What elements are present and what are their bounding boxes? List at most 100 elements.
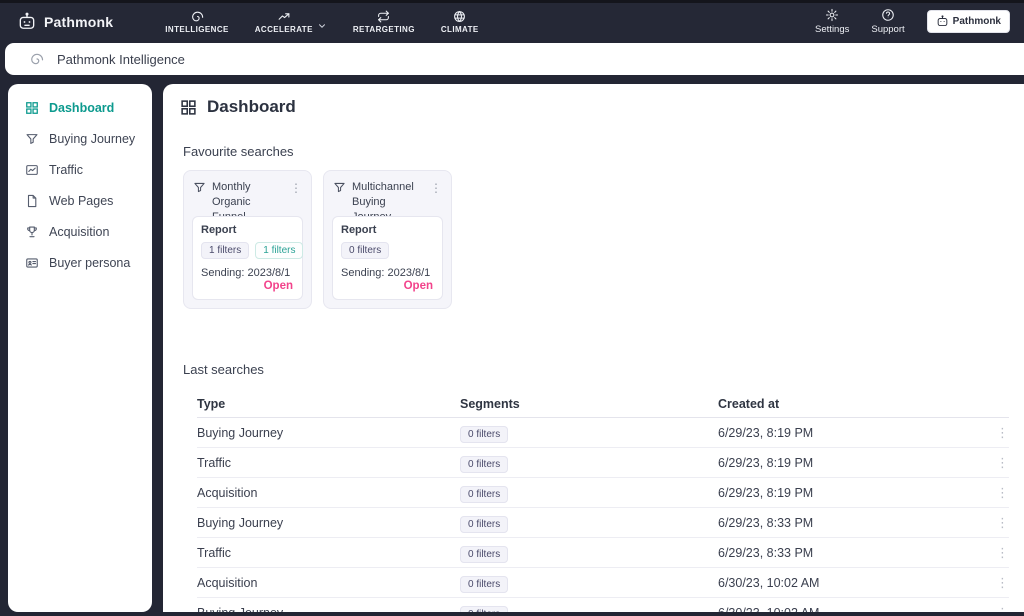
sidebar-item-label: Traffic [49, 163, 83, 177]
pathmonk-account-button[interactable]: Pathmonk [927, 10, 1010, 33]
sidebar-item-label: Dashboard [49, 101, 114, 115]
column-header-created-at: Created at [718, 397, 985, 411]
grid-icon [180, 99, 197, 116]
table-header-row: Type Segments Created at [197, 390, 1009, 418]
sidebar-item-web-pages[interactable]: Web Pages [8, 185, 152, 216]
column-header-segments: Segments [460, 397, 718, 411]
kebab-menu-icon[interactable]: ⋮ [996, 605, 1009, 613]
card-body: Report 1 filters 1 filters Sending: 2023… [192, 216, 303, 300]
top-navbar: Pathmonk INTELLIGENCE ACCELERATE [0, 3, 1024, 40]
filters-badge: 0 filters [460, 516, 508, 533]
sidebar-item-buying-journey[interactable]: Buying Journey [8, 123, 152, 154]
row-type: Traffic [197, 456, 460, 470]
filters-badge: 0 filters [341, 242, 389, 259]
brand-logo[interactable]: Pathmonk [17, 12, 113, 32]
settings-button[interactable]: Settings [815, 8, 849, 35]
row-created-at: 6/29/23, 8:19 PM [718, 486, 985, 500]
open-link[interactable]: Open [264, 280, 293, 292]
sidebar-item-traffic[interactable]: Traffic [8, 154, 152, 185]
page-title-text: Dashboard [207, 97, 296, 117]
row-type: Buying Journey [197, 606, 460, 613]
document-icon [25, 194, 39, 208]
row-created-at: 6/29/23, 8:33 PM [718, 546, 985, 560]
main-nav: INTELLIGENCE ACCELERATE [165, 10, 478, 34]
table-row[interactable]: Acquisition 0 filters 6/29/23, 8:19 PM ⋮ [197, 478, 1009, 508]
row-created-at: 6/29/23, 8:19 PM [718, 456, 985, 470]
trend-up-icon [277, 10, 291, 23]
favourite-card[interactable]: Monthly Organic Funnel ⋮ Report 1 filter… [183, 170, 312, 309]
kebab-menu-icon[interactable]: ⋮ [996, 575, 1009, 590]
filters-badge: 0 filters [460, 576, 508, 593]
kebab-menu-icon[interactable]: ⋮ [996, 545, 1009, 560]
table-row[interactable]: Buying Journey 0 filters 6/30/23, 10:02 … [197, 598, 1009, 612]
favourite-cards: Monthly Organic Funnel ⋮ Report 1 filter… [183, 170, 1024, 309]
row-type: Traffic [197, 546, 460, 560]
last-searches-table: Type Segments Created at Buying Journey … [197, 390, 1009, 612]
table-row[interactable]: Traffic 0 filters 6/29/23, 8:19 PM ⋮ [197, 448, 1009, 478]
kebab-menu-icon[interactable]: ⋮ [996, 455, 1009, 470]
kebab-menu-icon[interactable]: ⋮ [996, 515, 1009, 530]
filters-badge: 0 filters [460, 426, 508, 443]
open-link[interactable]: Open [404, 280, 433, 292]
nav-item-intelligence[interactable]: INTELLIGENCE [165, 10, 228, 34]
chevron-down-icon [317, 21, 327, 31]
row-type: Acquisition [197, 576, 460, 590]
app-bar-title: Pathmonk Intelligence [57, 52, 185, 67]
filters-badge: 0 filters [460, 606, 508, 613]
filters-badge-teal: 1 filters [255, 242, 303, 259]
kebab-menu-icon[interactable]: ⋮ [996, 485, 1009, 500]
sidebar-item-label: Buying Journey [49, 132, 135, 146]
page-title: Dashboard [163, 84, 1024, 117]
nav-item-climate[interactable]: CLIMATE [441, 10, 479, 34]
card-section-label: Report [341, 224, 434, 236]
support-button[interactable]: Support [871, 8, 904, 35]
card-body: Report 0 filters Sending: 2023/8/1 Open [332, 216, 443, 300]
trophy-icon [25, 225, 39, 239]
table-row[interactable]: Buying Journey 0 filters 6/29/23, 8:19 P… [197, 418, 1009, 448]
filters-badge: 0 filters [460, 456, 508, 473]
filters-badge: 0 filters [460, 546, 508, 563]
table-row[interactable]: Acquisition 0 filters 6/30/23, 10:02 AM … [197, 568, 1009, 598]
favourite-searches-heading: Favourite searches [183, 144, 1024, 159]
main-panel: Dashboard Favourite searches Monthly Org… [163, 84, 1024, 612]
funnel-icon [25, 132, 39, 146]
card-sending-date: Sending: 2023/8/1 [341, 267, 434, 279]
nav-item-accelerate[interactable]: ACCELERATE [255, 10, 327, 34]
sidebar-item-label: Acquisition [49, 225, 109, 239]
swirl-icon [30, 52, 44, 66]
column-header-type: Type [197, 397, 460, 411]
nav-label: RETARGETING [353, 25, 415, 34]
sidebar-item-label: Buyer persona [49, 256, 130, 270]
row-created-at: 6/29/23, 8:19 PM [718, 426, 985, 440]
account-button-label: Pathmonk [953, 16, 1001, 27]
globe-icon [453, 10, 466, 23]
filters-badge: 1 filters [201, 242, 249, 259]
brand-name: Pathmonk [44, 14, 113, 30]
row-type: Buying Journey [197, 426, 460, 440]
gear-icon [825, 8, 839, 22]
intelligence-swirl-icon [191, 10, 204, 23]
nav-label: INTELLIGENCE [165, 25, 228, 34]
filters-badge: 0 filters [460, 486, 508, 503]
table-row[interactable]: Traffic 0 filters 6/29/23, 8:33 PM ⋮ [197, 538, 1009, 568]
nav-label: ACCELERATE [255, 25, 313, 34]
robot-icon [936, 15, 949, 28]
support-label: Support [871, 24, 904, 35]
favourite-card[interactable]: Multichannel Buying Journey Report ⋮ Rep… [323, 170, 452, 309]
kebab-menu-icon[interactable]: ⋮ [996, 425, 1009, 440]
row-type: Buying Journey [197, 516, 460, 530]
app-bar: Pathmonk Intelligence [5, 43, 1024, 75]
repeat-icon [377, 10, 390, 23]
question-icon [881, 8, 895, 22]
nav-item-retargeting[interactable]: RETARGETING [353, 10, 415, 34]
grid-icon [25, 101, 39, 115]
sidebar-item-dashboard[interactable]: Dashboard [8, 92, 152, 123]
card-sending-date: Sending: 2023/8/1 [201, 267, 294, 279]
sidebar-item-buyer-persona[interactable]: Buyer persona [8, 247, 152, 278]
id-card-icon [25, 256, 39, 270]
sidebar: Dashboard Buying Journey Traffic Web Pag… [8, 84, 152, 612]
row-created-at: 6/30/23, 10:02 AM [718, 576, 985, 590]
table-row[interactable]: Buying Journey 0 filters 6/29/23, 8:33 P… [197, 508, 1009, 538]
row-created-at: 6/30/23, 10:02 AM [718, 606, 985, 613]
sidebar-item-acquisition[interactable]: Acquisition [8, 216, 152, 247]
